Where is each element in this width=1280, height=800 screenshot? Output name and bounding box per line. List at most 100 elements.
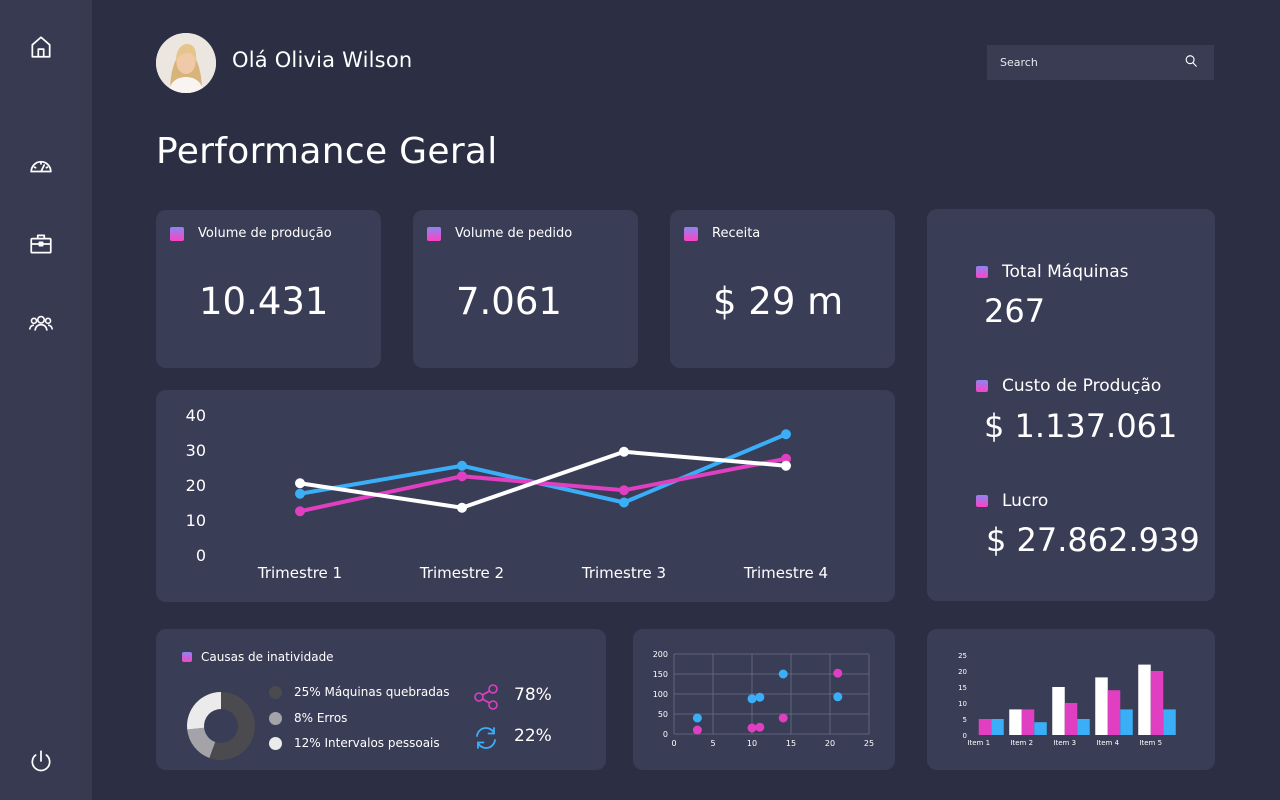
- search-icon[interactable]: [1184, 53, 1198, 72]
- x-tick-label: Trimestre 1: [257, 564, 342, 582]
- team-icon[interactable]: [26, 308, 56, 338]
- inactivity-title: Causas de inatividade: [201, 650, 334, 664]
- legend-item: 25% Máquinas quebradas: [269, 685, 450, 699]
- data-point: [692, 713, 702, 723]
- summary-label: Lucro: [1002, 491, 1049, 511]
- data-point: [747, 694, 757, 704]
- kpi-value: $ 29 m: [713, 280, 844, 323]
- y-tick-label: 5: [963, 716, 967, 724]
- y-tick-label: 10: [958, 700, 967, 708]
- kpi-label: Volume de produção: [198, 226, 332, 241]
- data-point: [295, 478, 305, 489]
- scatter-chart: 0 50 100 150 200 0 5 10 15 20 25: [653, 650, 874, 748]
- share-icon: [474, 684, 498, 710]
- refresh-icon: [476, 727, 496, 749]
- dashboard-gauge-icon[interactable]: [26, 150, 56, 180]
- search-input[interactable]: [1000, 56, 1160, 69]
- bar: [978, 719, 992, 735]
- bullet-icon: [976, 380, 988, 392]
- legend-label: 25% Máquinas quebradas: [294, 685, 450, 699]
- bullet-icon: [976, 495, 988, 507]
- x-tick-label: Trimestre 4: [743, 564, 828, 582]
- legend-item: 12% Intervalos pessoais: [269, 736, 440, 750]
- bar: [1150, 671, 1164, 735]
- kpi-card-order-volume: Volume de pedido 7.061: [413, 210, 638, 368]
- kpi-value: 10.431: [199, 280, 329, 323]
- x-tick-label: 0: [671, 739, 676, 748]
- bar: [1163, 709, 1176, 735]
- briefcase-icon[interactable]: [26, 229, 56, 259]
- x-tick-label: Trimestre 3: [581, 564, 666, 582]
- kpi-card-production-volume: Volume de produção 10.431: [156, 210, 381, 368]
- power-icon[interactable]: [26, 746, 56, 776]
- x-tick-label: Item 5: [1139, 739, 1162, 747]
- x-tick-label: Item 3: [1053, 739, 1076, 747]
- x-tick-label: 20: [825, 739, 835, 748]
- avatar[interactable]: [156, 33, 216, 93]
- stat-value: 22%: [514, 726, 552, 746]
- bullet-icon: [182, 652, 192, 662]
- data-point: [778, 669, 788, 679]
- summary-card: Total Máquinas 267 Custo de Produção $ 1…: [927, 209, 1215, 601]
- legend-label: 8% Erros: [294, 711, 348, 725]
- y-tick-label: 40: [186, 406, 206, 425]
- x-tick-label: 10: [747, 739, 757, 748]
- x-tick-label: Item 1: [967, 739, 990, 747]
- y-tick-label: 100: [653, 690, 668, 699]
- bar: [1052, 687, 1065, 735]
- y-tick-label: 200: [653, 650, 668, 659]
- y-tick-label: 25: [958, 652, 967, 660]
- x-tick-label: 25: [864, 739, 874, 748]
- legend-label: 12% Intervalos pessoais: [294, 736, 440, 750]
- bar: [1034, 722, 1047, 735]
- data-point: [457, 471, 467, 482]
- bar: [1009, 709, 1022, 735]
- legend-dot: [269, 685, 282, 699]
- data-point: [692, 725, 702, 735]
- data-point: [295, 488, 305, 499]
- kpi-card-revenue: Receita $ 29 m: [670, 210, 895, 368]
- data-point: [755, 692, 765, 702]
- bar: [1095, 677, 1108, 735]
- data-point: [833, 668, 843, 678]
- kpi-label: Receita: [712, 226, 761, 241]
- pie-slice: [187, 727, 216, 758]
- data-point: [755, 722, 765, 732]
- data-point: [781, 460, 791, 471]
- data-point: [778, 713, 788, 723]
- data-point: [619, 446, 629, 457]
- summary-value: 267: [984, 292, 1046, 330]
- kpi-value: 7.061: [456, 280, 562, 323]
- bar: [991, 719, 1004, 735]
- summary-label: Total Máquinas: [1002, 262, 1129, 282]
- y-tick-label: 150: [653, 670, 668, 679]
- data-point: [781, 429, 791, 440]
- user-greeting: Olá Olivia Wilson: [232, 48, 413, 72]
- y-tick-label: 15: [958, 684, 967, 692]
- scatter-chart-card: 0 50 100 150 200 0 5 10 15 20 25: [633, 629, 895, 770]
- line-chart: 0 10 20 30 40 Trimestre 1 Trimestre 2 Trimestre…: [186, 406, 828, 582]
- bar: [1021, 709, 1035, 735]
- summary-value: $ 27.862.939: [986, 521, 1200, 559]
- bullet-icon: [684, 226, 698, 241]
- bar: [1138, 664, 1151, 735]
- y-tick-label: 0: [963, 732, 967, 740]
- x-tick-label: Item 4: [1096, 739, 1119, 747]
- data-point: [833, 692, 843, 702]
- summary-value: $ 1.137.061: [984, 407, 1178, 445]
- search-box[interactable]: [987, 45, 1214, 80]
- bullet-icon: [976, 266, 988, 278]
- data-point: [457, 460, 467, 471]
- bar: [1120, 709, 1133, 735]
- home-icon[interactable]: [26, 32, 56, 62]
- x-tick-label: 5: [710, 739, 715, 748]
- data-point: [619, 485, 629, 496]
- stat-value: 78%: [514, 685, 552, 705]
- data-point: [747, 723, 757, 733]
- x-tick-label: Item 2: [1010, 739, 1033, 747]
- y-tick-label: 30: [186, 441, 206, 460]
- y-tick-label: 0: [196, 546, 206, 565]
- x-tick-label: Trimestre 2: [419, 564, 504, 582]
- donut-chart: [187, 692, 256, 760]
- legend-item: 8% Erros: [269, 711, 347, 725]
